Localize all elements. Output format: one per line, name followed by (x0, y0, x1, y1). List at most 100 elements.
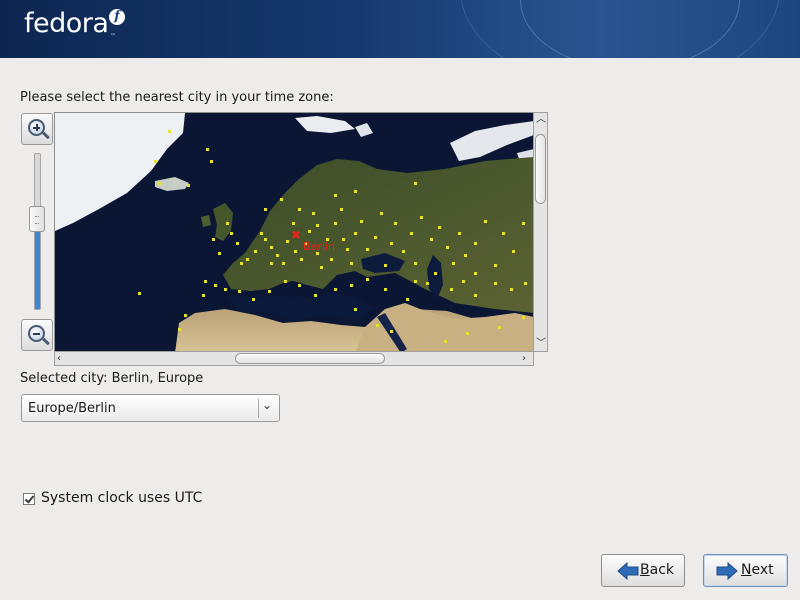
horizontal-scroll-thumb[interactable] (235, 353, 385, 364)
city-dot[interactable] (502, 232, 505, 235)
city-dot[interactable] (240, 262, 243, 265)
city-dot[interactable] (184, 314, 187, 317)
city-dot[interactable] (264, 238, 267, 241)
city-dot[interactable] (212, 238, 215, 241)
map-vertical-scrollbar[interactable]: ︿ ﹀ (533, 112, 548, 352)
city-dot[interactable] (452, 262, 455, 265)
city-dot[interactable] (246, 258, 249, 261)
city-dot[interactable] (254, 250, 257, 253)
city-dot[interactable] (474, 242, 477, 245)
city-dot[interactable] (406, 298, 409, 301)
next-button[interactable]: Next (703, 554, 788, 587)
city-dot[interactable] (384, 288, 387, 291)
utc-checkbox[interactable] (23, 493, 35, 505)
city-dot[interactable] (430, 238, 433, 241)
city-dot[interactable] (206, 148, 209, 151)
city-dot[interactable] (450, 288, 453, 291)
city-dot[interactable] (474, 272, 477, 275)
city-dot[interactable] (390, 330, 393, 333)
city-dot[interactable] (286, 240, 289, 243)
scroll-down-arrow-icon[interactable]: ﹀ (536, 338, 546, 350)
city-dot[interactable] (138, 292, 141, 295)
selected-city-marker-icon[interactable]: ✖ (291, 228, 301, 242)
city-dot[interactable] (458, 232, 461, 235)
city-dot[interactable] (360, 220, 363, 223)
city-dot[interactable] (300, 258, 303, 261)
city-dot[interactable] (268, 290, 271, 293)
city-dot[interactable] (238, 290, 241, 293)
city-dot[interactable] (158, 182, 161, 185)
city-dot[interactable] (284, 280, 287, 283)
city-dot[interactable] (342, 238, 345, 241)
city-dot[interactable] (402, 250, 405, 253)
city-dot[interactable] (410, 232, 413, 235)
city-dot[interactable] (374, 236, 377, 239)
scroll-up-arrow-icon[interactable]: ︿ (536, 114, 546, 126)
utc-checkbox-label[interactable]: System clock uses UTC (41, 490, 202, 506)
city-dot[interactable] (420, 216, 423, 219)
city-dot[interactable] (522, 316, 525, 319)
city-dot[interactable] (334, 222, 337, 225)
city-dot[interactable] (204, 280, 207, 283)
city-dot[interactable] (210, 160, 213, 163)
city-dot[interactable] (380, 212, 383, 215)
city-dot[interactable] (280, 198, 283, 201)
city-dot[interactable] (252, 298, 255, 301)
city-dot[interactable] (334, 288, 337, 291)
city-dot[interactable] (444, 340, 447, 343)
zoom-slider-handle[interactable] (29, 206, 45, 232)
city-dot[interactable] (464, 254, 467, 257)
city-dot[interactable] (494, 282, 497, 285)
city-dot[interactable] (312, 212, 315, 215)
city-dot[interactable] (224, 288, 227, 291)
city-dot[interactable] (264, 208, 267, 211)
city-dot[interactable] (236, 242, 239, 245)
zoom-out-button[interactable] (21, 319, 53, 351)
city-dot[interactable] (414, 262, 417, 265)
city-dot[interactable] (282, 262, 285, 265)
city-dot[interactable] (330, 258, 333, 261)
city-dot[interactable] (438, 226, 441, 229)
city-dot[interactable] (446, 246, 449, 249)
city-dot[interactable] (187, 184, 190, 187)
city-dot[interactable] (276, 254, 279, 257)
city-dot[interactable] (524, 282, 527, 285)
city-dot[interactable] (218, 252, 221, 255)
back-button[interactable]: Back (601, 554, 685, 587)
city-dot[interactable] (376, 324, 379, 327)
city-dot[interactable] (484, 220, 487, 223)
city-dot[interactable] (154, 160, 157, 163)
city-dot[interactable] (426, 282, 429, 285)
city-dot[interactable] (350, 284, 353, 287)
city-dot[interactable] (168, 130, 171, 133)
city-dot[interactable] (340, 208, 343, 211)
city-dot[interactable] (260, 232, 263, 235)
city-dot[interactable] (354, 232, 357, 235)
city-dot[interactable] (462, 280, 465, 283)
city-dot[interactable] (434, 272, 437, 275)
city-dot[interactable] (466, 332, 469, 335)
city-dot[interactable] (494, 264, 497, 267)
city-dot[interactable] (334, 194, 337, 197)
city-dot[interactable] (498, 326, 501, 329)
city-dot[interactable] (474, 294, 477, 297)
city-dot[interactable] (298, 284, 301, 287)
city-dot[interactable] (202, 294, 205, 297)
city-dot[interactable] (354, 190, 357, 193)
city-dot[interactable] (314, 294, 317, 297)
city-dot[interactable] (390, 242, 393, 245)
scroll-left-arrow-icon[interactable]: ‹ (57, 353, 61, 365)
scroll-right-arrow-icon[interactable]: › (522, 353, 526, 365)
city-dot[interactable] (178, 328, 181, 331)
city-dot[interactable] (366, 248, 369, 251)
city-dot[interactable] (294, 250, 297, 253)
city-dot[interactable] (384, 264, 387, 267)
city-dot[interactable] (366, 278, 369, 281)
city-dot[interactable] (414, 280, 417, 283)
city-dot[interactable] (522, 222, 525, 225)
city-dot[interactable] (292, 222, 295, 225)
city-dot[interactable] (230, 232, 233, 235)
city-dot[interactable] (214, 284, 217, 287)
city-dot[interactable] (320, 266, 323, 269)
city-dot[interactable] (226, 222, 229, 225)
